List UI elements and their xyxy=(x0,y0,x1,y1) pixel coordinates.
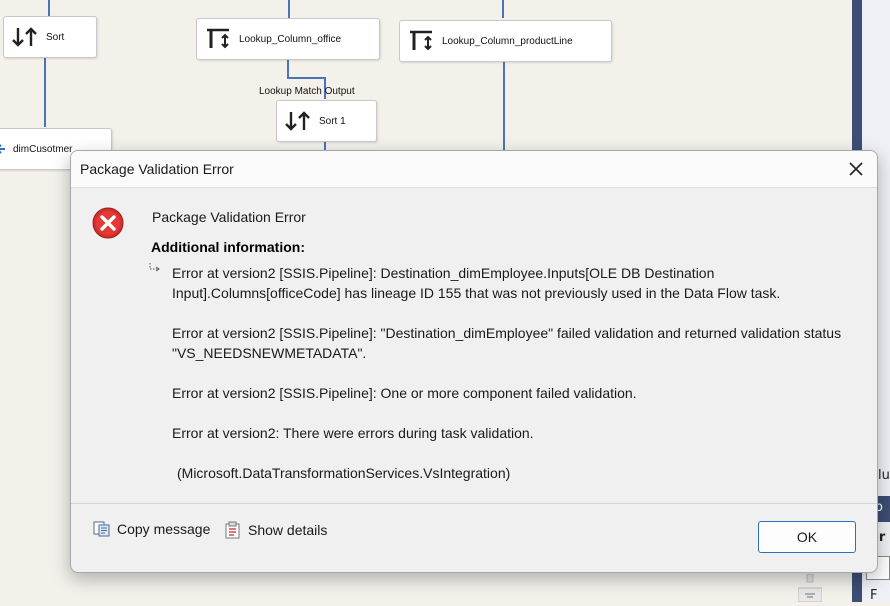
error-message: Error at version2 [SSIS.Pipeline]: One o… xyxy=(172,385,637,401)
connector-line xyxy=(44,57,46,127)
connector-line xyxy=(503,61,505,153)
component-label: Lookup_Column_productLine xyxy=(442,35,573,47)
error-source: (Microsoft.DataTransformationServices.Vs… xyxy=(177,465,511,481)
canvas-scroll-icon[interactable] xyxy=(797,573,823,603)
copy-icon xyxy=(93,521,110,537)
sort-icon xyxy=(10,26,40,48)
connector-line xyxy=(48,0,50,16)
ok-button[interactable]: OK xyxy=(758,521,856,553)
show-details-label: Show details xyxy=(248,522,328,538)
sort-icon xyxy=(283,110,313,132)
component-label: Lookup_Column_office xyxy=(239,33,342,45)
connector-line xyxy=(288,0,290,18)
error-messages: Error at version2 [SSIS.Pipeline]: Desti… xyxy=(172,263,862,483)
dialog-title: Package Validation Error xyxy=(80,161,234,177)
component-label: Sort 1 xyxy=(319,115,346,127)
lookup-icon xyxy=(203,27,233,51)
details-icon xyxy=(225,521,240,539)
detail-arrow-icon xyxy=(149,263,160,272)
panel-label: F xyxy=(870,588,878,603)
sort1-component[interactable]: Sort 1 xyxy=(276,100,377,142)
error-icon xyxy=(92,207,124,239)
path-label: Lookup Match Output xyxy=(259,86,355,97)
connector-line xyxy=(287,77,325,79)
copy-message-label: Copy message xyxy=(117,521,211,537)
error-message: Error at version2 [SSIS.Pipeline]: Desti… xyxy=(172,265,781,301)
error-heading: Package Validation Error xyxy=(152,209,306,225)
close-button[interactable] xyxy=(841,154,871,184)
close-icon xyxy=(849,162,863,176)
copy-message-button[interactable]: Copy message xyxy=(93,521,210,537)
footer-divider xyxy=(71,503,877,504)
error-message: Error at version2 [SSIS.Pipeline]: "Dest… xyxy=(172,325,842,361)
sort-component[interactable]: Sort xyxy=(3,16,97,58)
connector-line xyxy=(502,0,504,18)
connector-line xyxy=(287,59,289,77)
show-details-button[interactable]: Show details xyxy=(224,521,327,539)
lookup-productline-component[interactable]: Lookup_Column_productLine xyxy=(399,20,612,62)
lookup-icon xyxy=(406,29,436,53)
lookup-office-component[interactable]: Lookup_Column_office xyxy=(196,18,380,60)
destination-icon xyxy=(0,143,7,155)
component-label: dimCusotmer xyxy=(13,143,73,155)
package-validation-error-dialog: Package Validation Error Package Validat… xyxy=(70,150,878,573)
component-label: Sort xyxy=(46,31,65,43)
dialog-title-bar: Package Validation Error xyxy=(71,151,877,188)
error-message: Error at version2: There were errors dur… xyxy=(172,425,534,441)
additional-info-label: Additional information: xyxy=(151,239,305,255)
